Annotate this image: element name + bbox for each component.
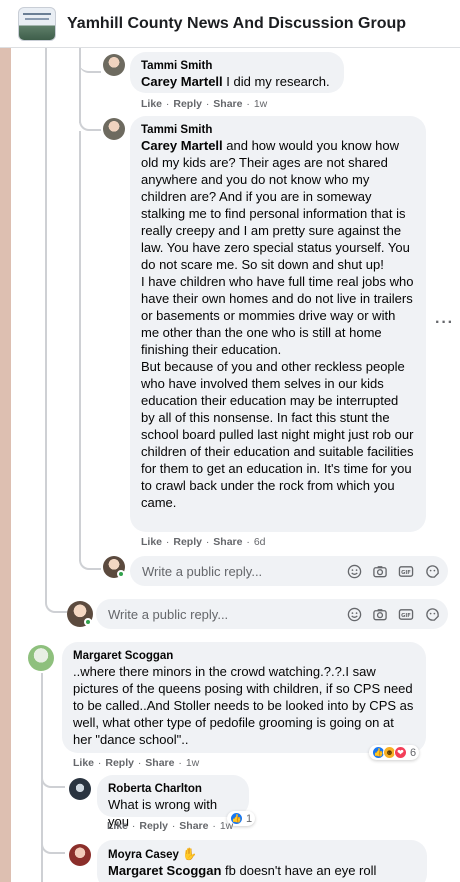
reaction-summary[interactable]: 👍 ☻ ❤ 6 — [369, 745, 420, 760]
svg-text:GIF: GIF — [401, 569, 411, 575]
thread-connector — [45, 593, 67, 613]
thread-connector — [41, 832, 65, 854]
share-link[interactable]: Share — [145, 757, 174, 769]
reply-link[interactable]: Reply — [173, 98, 202, 110]
mention-link[interactable]: Margaret Scoggan — [108, 863, 221, 878]
comment-author[interactable]: Moyra Casey ✋ — [108, 847, 416, 862]
like-link[interactable]: Like — [107, 820, 128, 832]
svg-text:GIF: GIF — [401, 612, 411, 618]
comment-actions: Like · Reply · Share · 1w — [107, 820, 234, 832]
reply-link[interactable]: Reply — [139, 820, 168, 832]
comment-age[interactable]: 1w — [254, 98, 267, 110]
comment-text: ..where there minors in the crowd watchi… — [73, 664, 414, 747]
comment-text: and how would you know how old my kids a… — [141, 138, 414, 510]
online-indicator — [84, 618, 92, 626]
comment-bubble: Tammi Smith Carey Martell and how would … — [130, 116, 426, 532]
avatar[interactable] — [28, 645, 54, 671]
emoji-icon[interactable] — [346, 563, 362, 579]
share-link[interactable]: Share — [213, 98, 242, 110]
online-indicator — [117, 570, 125, 578]
comment-author[interactable]: Tammi Smith — [141, 59, 333, 73]
gif-icon[interactable]: GIF — [398, 606, 414, 622]
thread-connector — [79, 48, 101, 73]
avatar[interactable] — [103, 118, 125, 140]
comment-age[interactable]: 6d — [254, 536, 266, 548]
reply-link[interactable]: Reply — [173, 536, 202, 548]
camera-icon[interactable] — [372, 563, 388, 579]
comment-age[interactable]: 1w — [220, 820, 233, 832]
avatar[interactable] — [103, 54, 125, 76]
reply-input[interactable] — [142, 563, 332, 579]
thread-connector — [41, 766, 65, 788]
group-header: Yamhill County News And Discussion Group — [0, 0, 460, 48]
comments-panel: Tammi Smith Carey Martell I did my resea… — [11, 48, 460, 882]
share-link[interactable]: Share — [213, 536, 242, 548]
reply-link[interactable]: Reply — [105, 757, 134, 769]
share-link[interactable]: Share — [179, 820, 208, 832]
thread-connector — [79, 104, 101, 131]
like-link[interactable]: Like — [141, 98, 162, 110]
emoji-icon[interactable] — [346, 606, 362, 622]
comment-text: fb doesn't have an eye roll — [221, 863, 377, 878]
left-edge-strip — [0, 48, 11, 882]
comment-age[interactable]: 1w — [186, 757, 199, 769]
comment-author[interactable]: Tammi Smith — [141, 123, 415, 137]
reply-input-box[interactable]: GIF — [96, 599, 448, 629]
comment-bubble: Moyra Casey ✋ Margaret Scoggan fb doesn'… — [97, 840, 427, 882]
comment-bubble: Roberta Charlton What is wrong with you — [97, 775, 249, 829]
group-title[interactable]: Yamhill County News And Discussion Group — [67, 15, 406, 33]
comment-actions: Like · Reply · Share · 1w — [141, 98, 268, 110]
thread-line — [79, 131, 81, 561]
avatar[interactable] — [69, 778, 91, 800]
comment-bubble: Tammi Smith Carey Martell I did my resea… — [130, 52, 344, 93]
sticker-icon[interactable] — [424, 563, 440, 579]
thread-line — [45, 48, 47, 603]
comment-author[interactable]: Margaret Scoggan — [73, 649, 415, 663]
reaction-count: 1 — [246, 812, 253, 825]
camera-icon[interactable] — [372, 606, 388, 622]
gif-icon[interactable]: GIF — [398, 563, 414, 579]
like-link[interactable]: Like — [141, 536, 162, 548]
reply-input-box[interactable]: GIF — [130, 556, 448, 586]
comment-actions: Like · Reply · Share · 1w — [73, 757, 200, 769]
love-reaction-icon: ❤ — [394, 746, 407, 759]
mention-link[interactable]: Carey Martell — [141, 74, 223, 89]
reply-input[interactable] — [108, 606, 298, 622]
sticker-icon[interactable] — [424, 606, 440, 622]
reaction-count: 6 — [410, 746, 417, 759]
wave-emoji-icon: ✋ — [182, 847, 198, 861]
comment-actions: Like · Reply · Share · 6d — [141, 536, 266, 548]
avatar[interactable] — [69, 844, 91, 866]
more-options-icon[interactable]: ··· — [435, 314, 454, 332]
comment-bubble: Margaret Scoggan ..where there minors in… — [62, 642, 426, 753]
comment-author[interactable]: Roberta Charlton — [108, 782, 238, 796]
thread-connector — [79, 553, 101, 570]
like-link[interactable]: Like — [73, 757, 94, 769]
group-thumbnail[interactable] — [18, 6, 56, 41]
comment-text: I did my research. — [222, 74, 330, 89]
mention-link[interactable]: Carey Martell — [141, 138, 223, 153]
